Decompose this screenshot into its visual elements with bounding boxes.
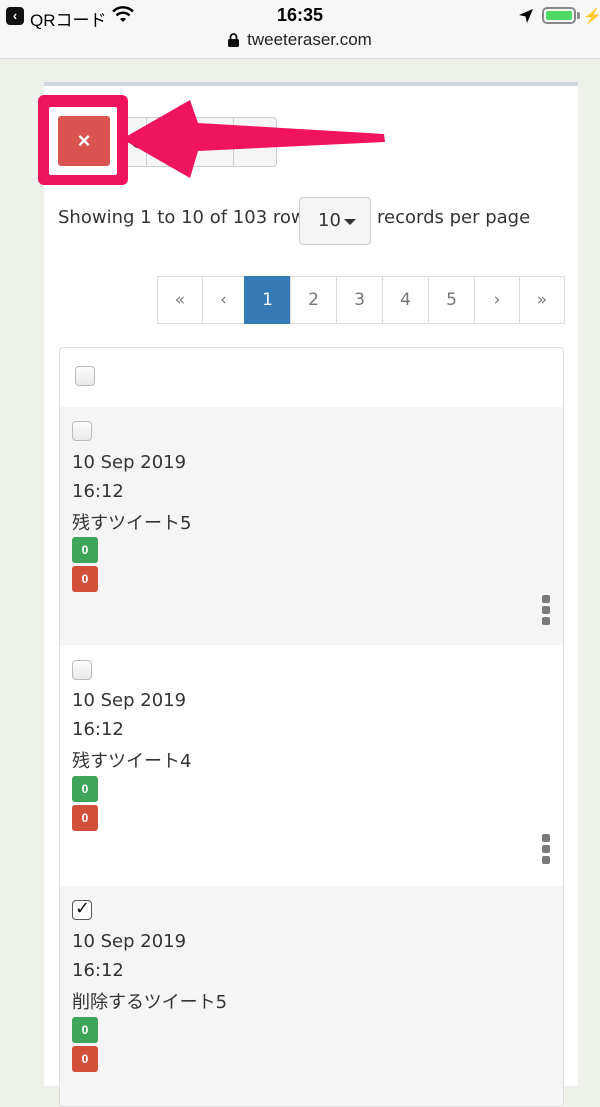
list-item: 10 Sep 2019 16:12 残すツイート5 0 0 bbox=[60, 407, 563, 645]
per-page-dropdown[interactable]: 10 bbox=[299, 197, 371, 245]
page-prev[interactable]: ‹ bbox=[202, 276, 245, 324]
battery-icon bbox=[542, 7, 576, 24]
more-options-icon[interactable] bbox=[542, 595, 551, 628]
status-bar: ‹ QRコード 16:35 ⚡ bbox=[0, 0, 600, 34]
clock: 16:35 bbox=[276, 5, 324, 25]
tweet-text: 残すツイート4 bbox=[72, 751, 192, 772]
tweet-list: 10 Sep 2019 16:12 残すツイート5 0 0 10 Sep 201… bbox=[59, 347, 564, 1107]
page-5[interactable]: 5 bbox=[428, 276, 475, 324]
retweet-count-badge: 0 bbox=[72, 537, 98, 563]
page-next[interactable]: › bbox=[474, 276, 520, 324]
tweet-date: 10 Sep 2019 bbox=[72, 452, 187, 473]
page-3[interactable]: 3 bbox=[336, 276, 383, 324]
page-first[interactable]: « bbox=[157, 276, 203, 324]
row-checkbox[interactable] bbox=[72, 660, 92, 680]
pagination: « ‹ 1 2 3 4 5 › » bbox=[157, 276, 565, 324]
location-icon bbox=[519, 9, 533, 23]
row-checkbox-checked[interactable]: ✓ bbox=[72, 898, 92, 920]
tweet-time: 16:12 bbox=[72, 960, 124, 981]
more-options-icon[interactable] bbox=[542, 834, 551, 867]
tweet-date: 10 Sep 2019 bbox=[72, 931, 187, 952]
tweet-text: 残すツイート5 bbox=[72, 513, 192, 534]
tweet-time: 16:12 bbox=[72, 719, 124, 740]
tweet-date: 10 Sep 2019 bbox=[72, 690, 187, 711]
page-1[interactable]: 1 bbox=[244, 276, 291, 324]
tweet-time: 16:12 bbox=[72, 481, 124, 502]
pointer-arrow-icon bbox=[122, 100, 385, 178]
address-bar[interactable]: tweeteraser.com bbox=[0, 30, 600, 59]
retweet-count-badge: 0 bbox=[72, 776, 98, 802]
page-4[interactable]: 4 bbox=[382, 276, 429, 324]
like-count-badge: 0 bbox=[72, 1046, 98, 1072]
checkmark-icon: ✓ bbox=[75, 898, 91, 919]
like-count-badge: 0 bbox=[72, 566, 98, 592]
per-page-label: records per page bbox=[377, 207, 531, 228]
page-last[interactable]: » bbox=[519, 276, 565, 324]
list-item: 10 Sep 2019 16:12 残すツイート4 0 0 bbox=[60, 646, 563, 884]
tweet-text: 削除するツイート5 bbox=[72, 992, 228, 1013]
delete-button[interactable]: × bbox=[58, 116, 110, 166]
per-page-value: 10 bbox=[318, 210, 341, 231]
select-all-checkbox[interactable] bbox=[75, 366, 95, 386]
url-text: tweeteraser.com bbox=[247, 30, 372, 49]
lock-icon bbox=[228, 33, 240, 47]
like-count-badge: 0 bbox=[72, 805, 98, 831]
caret-down-icon bbox=[344, 219, 356, 225]
row-checkbox[interactable] bbox=[72, 421, 92, 441]
page-2[interactable]: 2 bbox=[290, 276, 337, 324]
showing-rows-text: Showing 1 to 10 of 103 rows bbox=[58, 207, 315, 228]
list-item: ✓ 10 Sep 2019 16:12 削除するツイート5 0 0 bbox=[60, 886, 563, 1106]
close-icon: × bbox=[77, 128, 91, 153]
charging-icon: ⚡ bbox=[583, 8, 600, 25]
retweet-count-badge: 0 bbox=[72, 1017, 98, 1043]
